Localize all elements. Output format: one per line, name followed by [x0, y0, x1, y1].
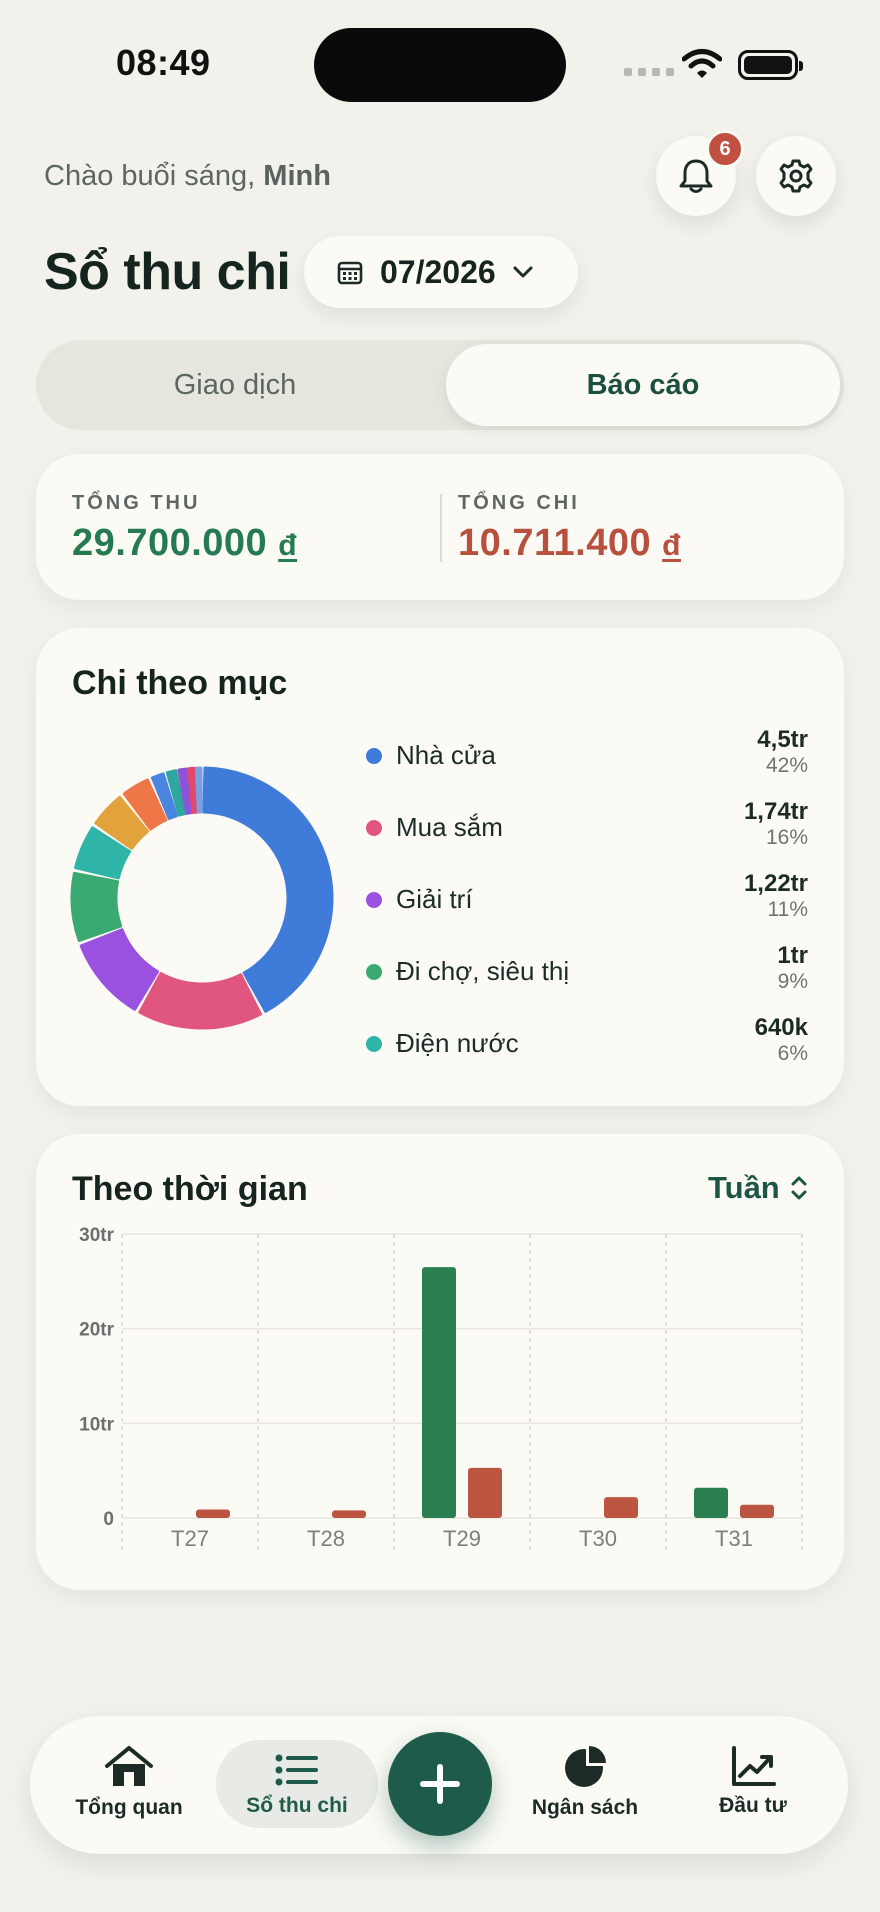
totals-divider [440, 494, 442, 562]
gear-icon [779, 159, 813, 193]
month-selector[interactable]: 07/2026 [304, 236, 578, 308]
wifi-icon [681, 48, 723, 85]
pie-chart-icon [565, 1746, 606, 1787]
chevron-up-down-icon [791, 1176, 807, 1200]
expense-label: TỔNG CHI [458, 492, 580, 514]
legend-percent: 42% [765, 754, 808, 777]
category-donut-chart [70, 766, 334, 1030]
category-card-title: Chi theo mục [72, 664, 288, 702]
bar[interactable] [196, 1509, 230, 1518]
nav-overview[interactable]: Tổng quan [64, 1744, 194, 1820]
legend-category-name: Nhà cửa [396, 740, 496, 770]
legend-item[interactable]: Mua sắm 1,74tr 16% [360, 798, 808, 856]
donut-slice [194, 766, 203, 814]
nav-ledger[interactable]: Sổ thu chi [226, 1752, 368, 1818]
bar[interactable] [422, 1267, 456, 1518]
income-label: TỔNG THU [72, 492, 201, 514]
legend-item[interactable]: Điện nước 640k 6% [360, 1014, 808, 1072]
cellular-signal-icon [624, 68, 674, 76]
legend-amount: 1,22tr [743, 870, 808, 897]
y-tick-label: 30tr [79, 1225, 114, 1246]
month-label: 07/2026 [380, 253, 496, 290]
notification-badge: 6 [706, 130, 744, 168]
trend-chart-icon [732, 1746, 776, 1786]
legend-amount: 4,5tr [757, 726, 808, 753]
bar[interactable] [740, 1504, 774, 1518]
status-time: 08:49 [116, 42, 211, 83]
nav-invest[interactable]: Đầu tư [688, 1746, 818, 1818]
legend-category-name: Đi chợ, siêu thị [396, 956, 570, 986]
y-tick-label: 20tr [79, 1320, 114, 1341]
legend-amount: 1tr [777, 942, 808, 969]
legend-color-dot [366, 820, 382, 836]
view-tabs: Giao dịch Báo cáo [36, 340, 844, 430]
bar[interactable] [694, 1487, 728, 1518]
page-title: Sổ thu chi [44, 243, 291, 301]
x-tick-label: T29 [443, 1526, 481, 1551]
period-label: Tuần [708, 1170, 780, 1205]
chevron-down-icon [513, 266, 533, 278]
period-selector[interactable]: Tuần [708, 1170, 808, 1206]
nav-invest-label: Đầu tư [719, 1794, 787, 1817]
dynamic-island [314, 28, 566, 102]
bar[interactable] [468, 1467, 502, 1518]
legend-amount: 640k [754, 1014, 808, 1041]
donut-slice [70, 871, 123, 942]
calendar-icon [337, 261, 363, 285]
time-card-title: Theo thời gian [72, 1170, 308, 1208]
legend-category-name: Mua sắm [396, 812, 503, 842]
legend-item[interactable]: Đi chợ, siêu thị 1tr 9% [360, 942, 808, 1000]
bar[interactable] [332, 1510, 366, 1518]
battery-icon [738, 50, 803, 80]
legend-item[interactable]: Nhà cửa 4,5tr 42% [360, 726, 808, 784]
tab-reports[interactable]: Báo cáo [446, 344, 840, 426]
nav-budget-label: Ngân sách [531, 1796, 639, 1819]
tab-transactions[interactable]: Giao dịch [40, 344, 430, 426]
legend-amount: 1,74tr [743, 798, 808, 825]
greeting-text: Chào buổi sáng, Minh [44, 160, 331, 192]
legend-percent: 6% [777, 1042, 808, 1065]
x-tick-label: T28 [307, 1526, 345, 1551]
nav-overview-label: Tổng quan [75, 1796, 183, 1819]
donut-slice [202, 766, 334, 1013]
nav-budget[interactable]: Ngân sách [520, 1744, 650, 1820]
x-tick-label: T27 [171, 1526, 209, 1551]
donut-slice [79, 928, 160, 1011]
donut-slice [138, 972, 263, 1030]
legend-color-dot [366, 1036, 382, 1052]
legend-category-name: Giải trí [396, 884, 473, 914]
expense-value: 10.711.400 đ [458, 522, 681, 564]
time-bar-chart: 0 10tr 20tr 30tr T27 T28 T29 T30 T31 [79, 1225, 803, 1551]
legend-color-dot [366, 964, 382, 980]
legend-percent: 9% [777, 970, 808, 993]
legend-percent: 16% [765, 826, 808, 849]
y-tick-label: 0 [103, 1509, 114, 1530]
legend-percent: 11% [767, 898, 808, 921]
legend-color-dot [366, 748, 382, 764]
home-icon [105, 1746, 153, 1786]
list-icon [275, 1754, 318, 1786]
add-transaction-button[interactable] [388, 1732, 492, 1836]
x-tick-label: T30 [579, 1526, 617, 1551]
bell-icon [679, 159, 713, 193]
x-tick-label: T31 [715, 1526, 753, 1551]
legend-item[interactable]: Giải trí 1,22tr 11% [360, 870, 808, 928]
plus-icon [420, 1764, 460, 1804]
nav-ledger-label: Sổ thu chi [246, 1794, 348, 1817]
settings-button[interactable] [756, 136, 836, 216]
bar[interactable] [604, 1497, 638, 1518]
legend-color-dot [366, 892, 382, 908]
user-name: Minh [263, 160, 331, 192]
y-tick-label: 10tr [79, 1414, 114, 1435]
income-value: 29.700.000 đ [72, 522, 298, 564]
legend-category-name: Điện nước [396, 1028, 519, 1058]
